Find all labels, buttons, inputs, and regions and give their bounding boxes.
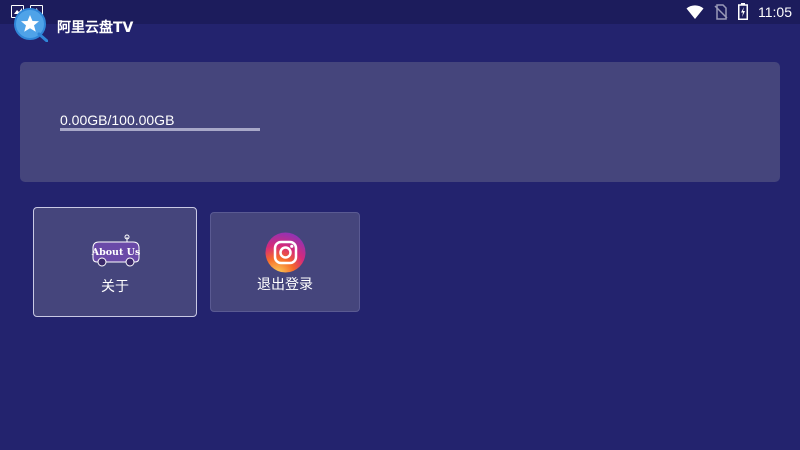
storage-progress-bar [60, 128, 260, 131]
system-icons: 11:05 [686, 3, 792, 20]
about-tile[interactable]: About Us 关于 [33, 207, 197, 317]
battery-charging-icon [738, 3, 748, 20]
logout-label: 退出登录 [257, 277, 313, 293]
storage-card: 0.00GB/100.00GB [20, 62, 780, 182]
instagram-icon [265, 232, 306, 273]
cloud-star-logo-icon [14, 8, 48, 42]
about-us-icon: About Us [91, 234, 141, 267]
about-label: 关于 [101, 279, 129, 295]
storage-progress-fill [60, 128, 260, 131]
app-title: 阿里云盘TV [57, 20, 134, 36]
svg-text:About Us: About Us [91, 247, 141, 258]
wifi-icon [686, 4, 704, 19]
storage-usage-text: 0.00GB/100.00GB [60, 112, 175, 128]
no-sim-icon [714, 3, 728, 20]
logout-tile[interactable]: 退出登录 [210, 212, 360, 312]
clock: 11:05 [758, 3, 792, 20]
